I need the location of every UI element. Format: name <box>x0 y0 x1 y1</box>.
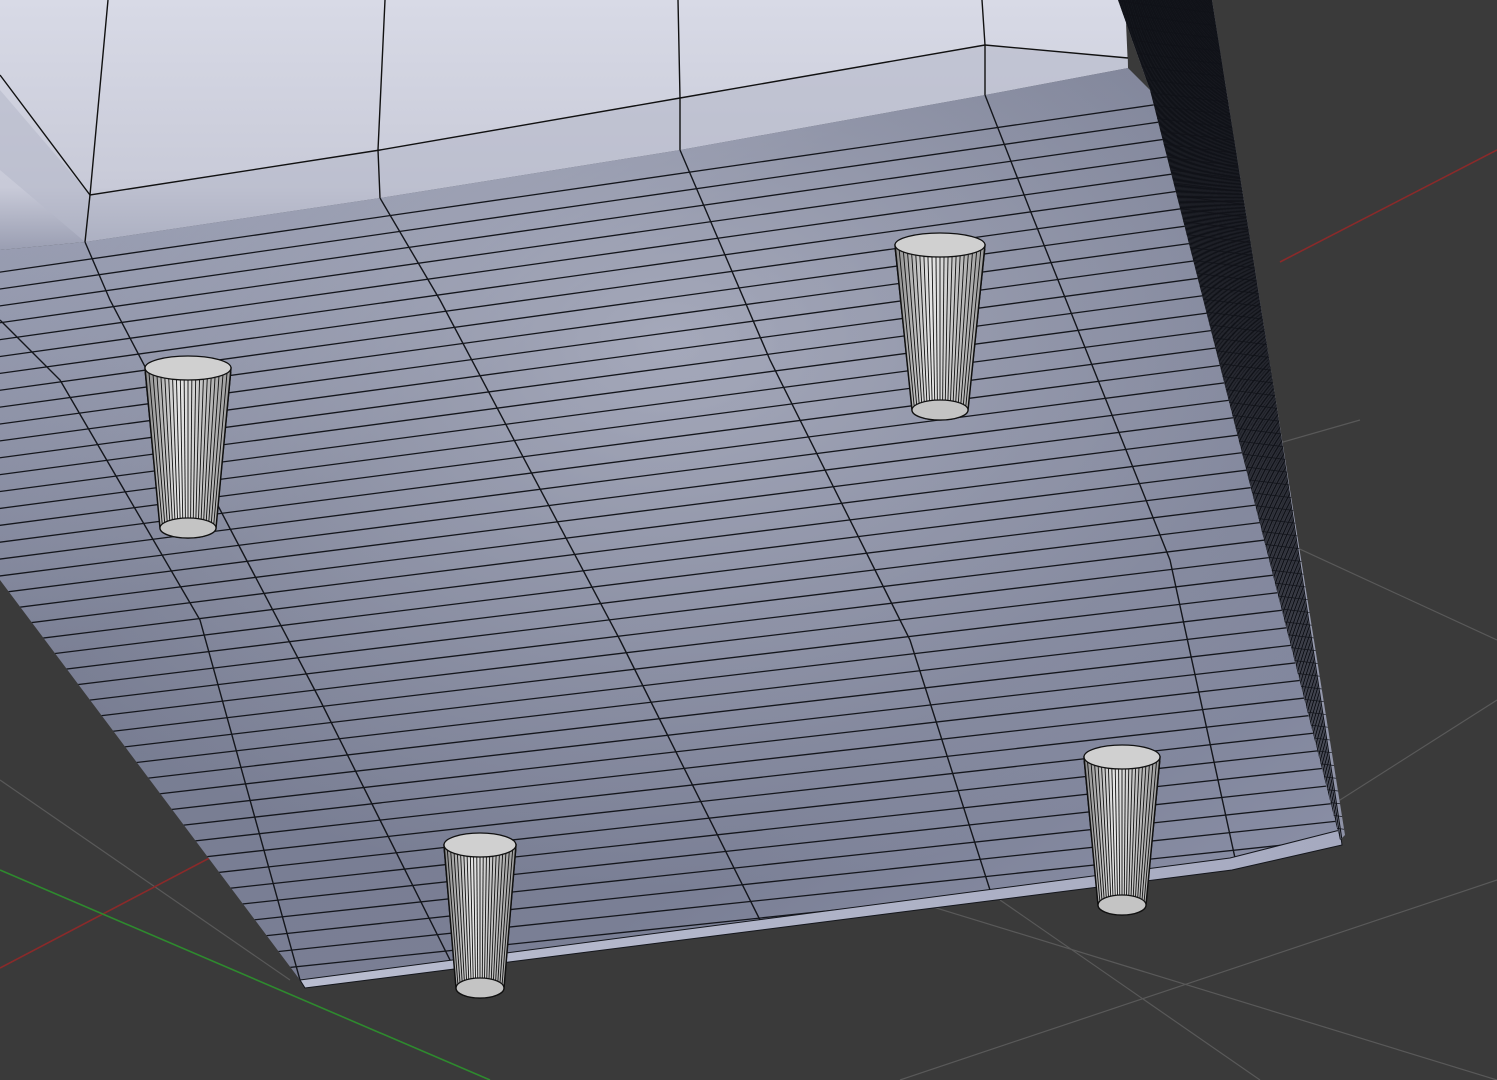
viewport-scene[interactable] <box>0 0 1497 1080</box>
x-axis-line-lower <box>0 841 241 969</box>
leg-front-left[interactable] <box>443 832 517 999</box>
3d-viewport[interactable] <box>0 0 1497 1080</box>
leg-front-right[interactable] <box>1083 744 1161 916</box>
leg-back-left[interactable] <box>144 355 232 539</box>
x-axis-line <box>1279 149 1497 263</box>
